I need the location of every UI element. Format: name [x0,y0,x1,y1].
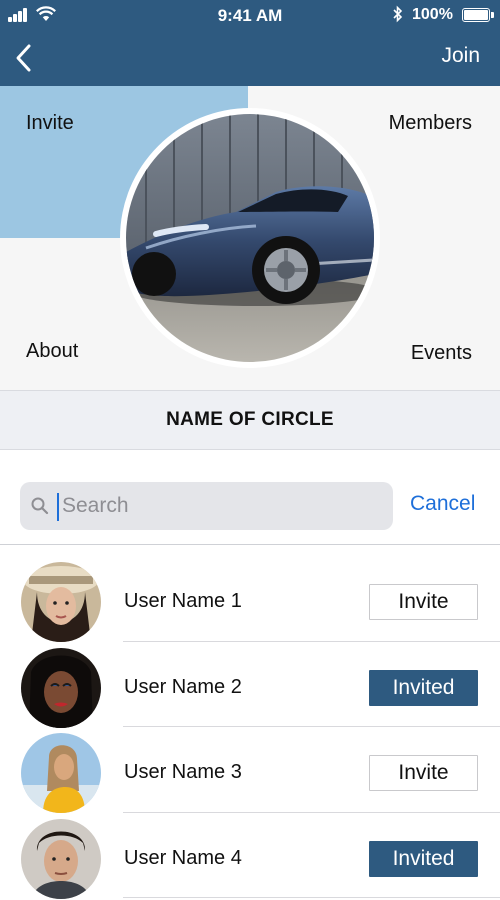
circle-header: Invite Members About Events [0,86,500,390]
user-photo [21,562,101,642]
battery-fill [464,10,488,20]
search-field[interactable] [20,482,393,530]
events-tab[interactable]: Events [411,342,472,365]
circle-photo [120,108,380,368]
car-image [126,114,374,362]
user-photo [21,647,101,728]
user-photo [21,818,101,899]
user-photo [21,733,101,813]
user-name: User Name 4 [124,846,242,869]
invite-button[interactable]: Invite [369,755,478,791]
battery-percentage: 100% [412,6,453,23]
circle-name: NAME OF CIRCLE [166,409,334,430]
list-item: User Name 3 Invite [0,727,500,813]
cancel-button[interactable]: Cancel [410,492,475,516]
battery-icon [462,8,494,22]
user-name: User Name 3 [124,761,242,783]
navigation-bar: Join [0,30,500,86]
invited-button[interactable]: Invited [369,840,478,877]
avatar[interactable] [21,733,101,813]
join-button[interactable]: Join [441,44,480,68]
back-button[interactable] [6,40,42,76]
list-item: User Name 2 Invited [0,642,500,728]
user-name: User Name 1 [124,590,242,612]
user-name: User Name 2 [124,675,242,698]
avatar[interactable] [21,818,101,899]
circle-name-bar: NAME OF CIRCLE [0,390,500,450]
status-bar: 9:41 AM 100% [0,0,500,30]
about-tab[interactable]: About [26,340,78,363]
list-item: User Name 1 Invite [0,556,500,642]
text-cursor [57,493,59,521]
user-list: User Name 1 Invite User Name 2 Invited U… [0,556,500,899]
bluetooth-icon [393,5,403,23]
avatar[interactable] [21,562,101,642]
search-icon [31,497,49,515]
chevron-left-icon [16,44,31,72]
invite-button[interactable]: Invite [369,584,478,620]
invited-button[interactable]: Invited [369,669,478,706]
search-input[interactable] [62,482,382,530]
search-row: Cancel [0,450,500,545]
members-tab[interactable]: Members [389,112,472,135]
invite-tab[interactable]: Invite [26,112,74,135]
list-item: User Name 4 Invited [0,813,500,899]
avatar[interactable] [21,647,101,728]
